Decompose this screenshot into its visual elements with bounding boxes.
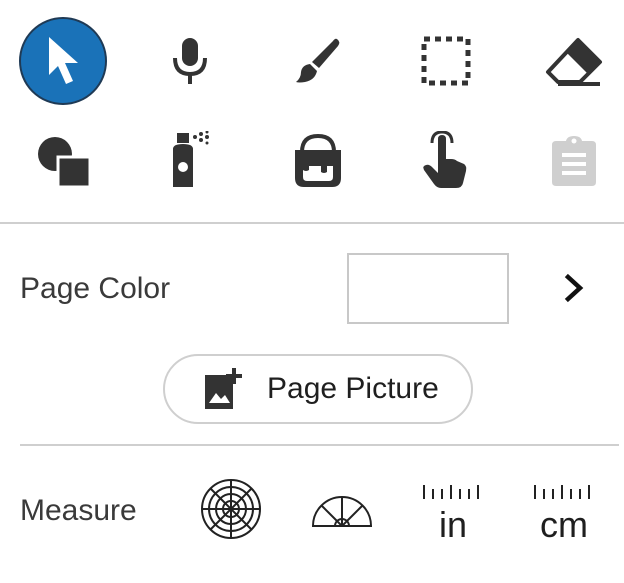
spray-can-icon (165, 131, 215, 191)
chevron-right-icon (564, 273, 586, 308)
dashed-selection-icon (420, 35, 472, 87)
page-color-label: Page Color (20, 272, 171, 305)
page-color-chevron[interactable] (555, 270, 595, 310)
tool-spray[interactable] (146, 117, 234, 205)
tool-shapes[interactable] (19, 117, 107, 205)
add-photo-icon (203, 367, 247, 411)
eraser-icon (544, 36, 604, 86)
clipboard-icon (550, 135, 598, 187)
inch-ruler-icon (423, 485, 479, 499)
paintbrush-icon (293, 36, 343, 86)
polar-grid-icon (199, 477, 263, 546)
shapes-icon (34, 133, 92, 189)
measure-inch-ruler[interactable]: in (413, 481, 493, 551)
cm-ruler-icon (534, 485, 590, 499)
tool-fill[interactable] (274, 117, 362, 205)
page-picture-label: Page Picture (267, 372, 439, 405)
measure-protractor[interactable] (302, 471, 382, 551)
tool-selection[interactable] (402, 17, 490, 105)
divider (0, 222, 624, 224)
page-color-swatch[interactable] (347, 253, 509, 324)
microphone-icon (170, 36, 210, 86)
hand-pointer-icon (421, 131, 471, 191)
tool-touch[interactable] (402, 117, 490, 205)
divider (20, 444, 619, 446)
tool-voice[interactable] (146, 17, 234, 105)
tool-select[interactable] (19, 17, 107, 105)
protractor-icon (310, 489, 374, 534)
cm-unit-label: cm (540, 504, 588, 545)
measure-cm-ruler[interactable]: cm (524, 481, 604, 551)
inch-unit-label: in (438, 504, 468, 545)
tool-brush[interactable] (274, 17, 362, 105)
arrow-pointer-icon (45, 35, 81, 87)
page-picture-button[interactable]: Page Picture (163, 354, 473, 424)
tool-clipboard[interactable] (530, 117, 618, 205)
measure-label: Measure (20, 494, 137, 527)
paint-bucket-icon (292, 132, 344, 190)
measure-polar-grid[interactable] (191, 471, 271, 551)
tool-eraser[interactable] (530, 17, 618, 105)
